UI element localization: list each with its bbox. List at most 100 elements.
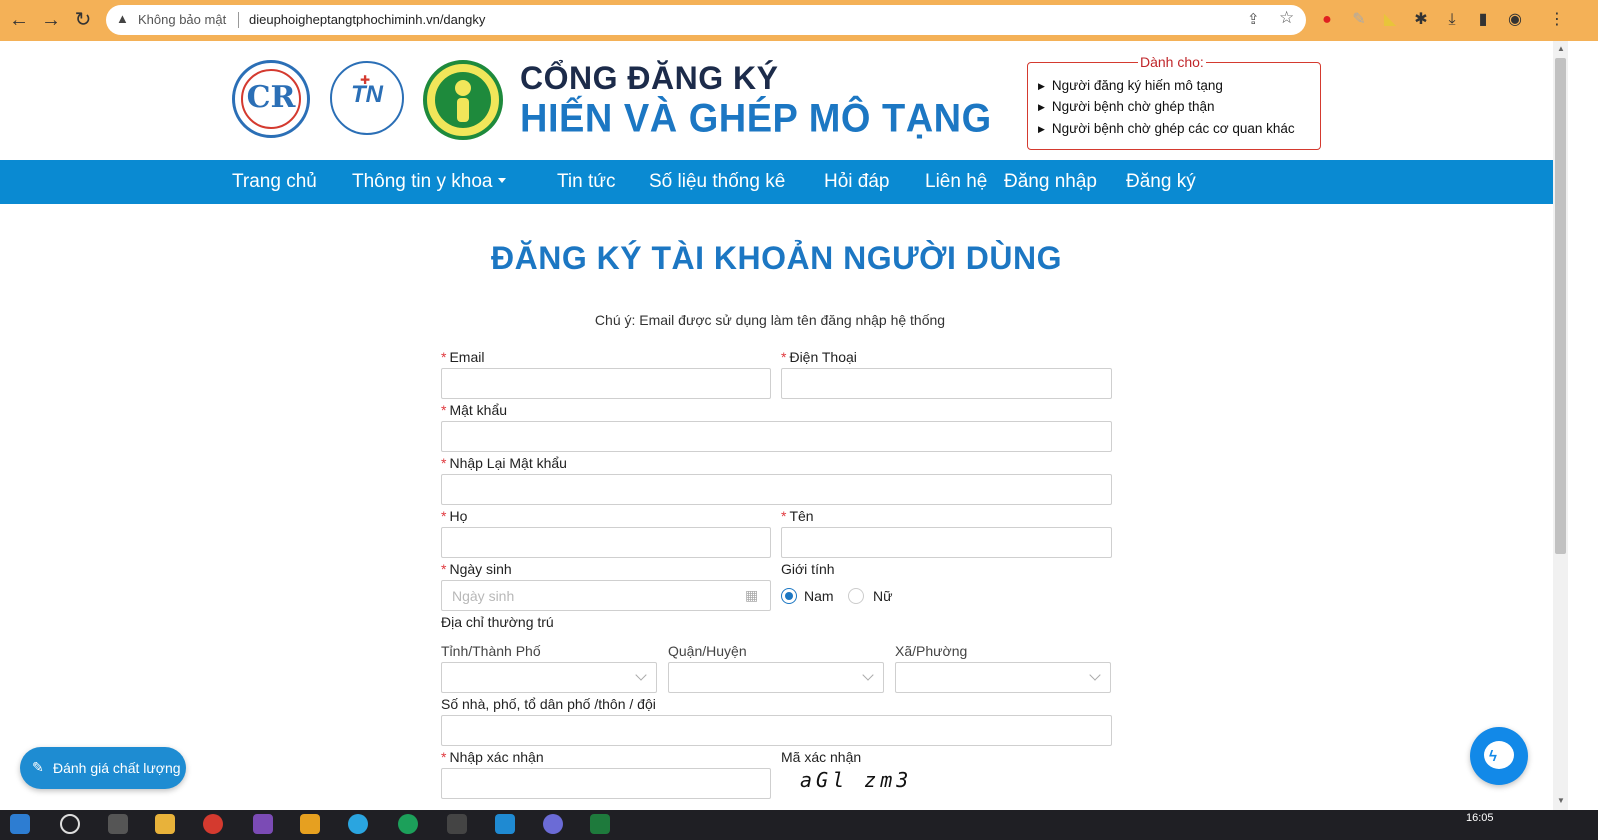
excel-icon[interactable]: [590, 814, 610, 834]
scroll-up-icon[interactable]: ▲: [1557, 44, 1565, 53]
street-label: Số nhà, phố, tổ dân phố /thôn / đội: [441, 696, 656, 712]
file-explorer-icon[interactable]: [155, 814, 175, 834]
province-select[interactable]: [441, 662, 657, 693]
app-icon[interactable]: [447, 814, 467, 834]
password-field[interactable]: [441, 421, 1112, 452]
page-title: ĐĂNG KÝ TÀI KHOẢN NGƯỜI DÙNG: [491, 240, 1062, 276]
captcha-input-label: * Nhập xác nhận: [441, 749, 544, 765]
profile-avatar-icon[interactable]: ◉: [1505, 10, 1525, 30]
audience-box-title: Dành cho:: [1138, 54, 1206, 70]
audience-item[interactable]: ▶ Người bệnh chờ ghép các cơ quan khác: [1038, 121, 1295, 136]
phone-label: * Điện Thoại: [781, 349, 857, 365]
pen-extension-icon[interactable]: ✎: [1349, 10, 1369, 30]
visual-studio-icon[interactable]: [253, 814, 273, 834]
audience-item[interactable]: ▶ Người đăng ký hiến mô tạng: [1038, 78, 1223, 93]
email-label: * Email: [441, 349, 485, 365]
app-icon[interactable]: [348, 814, 368, 834]
portal-title-line2: HIẾN VÀ GHÉP MÔ TẠNG: [520, 96, 992, 142]
chevron-down-icon: [498, 178, 507, 183]
email-field[interactable]: [441, 368, 771, 399]
rate-quality-button[interactable]: ✎ Đánh giá chất lượng: [20, 747, 186, 789]
calendar-icon[interactable]: ▦: [745, 587, 758, 604]
app-icon[interactable]: [398, 814, 418, 834]
caret-right-icon: ▶: [1038, 81, 1045, 91]
cho-ray-hospital-logo: CR: [232, 60, 310, 138]
logo-mark: CR: [246, 80, 296, 115]
puzzle-extensions-icon[interactable]: ✱: [1411, 10, 1431, 30]
last-name-label: * Họ: [441, 508, 468, 524]
search-icon[interactable]: [60, 814, 80, 834]
scrollbar-thumb[interactable]: [1555, 58, 1566, 554]
nav-contact[interactable]: Liên hệ: [925, 171, 987, 193]
share-icon[interactable]: ⇪: [1247, 10, 1260, 28]
portal-title-line1: CỔNG ĐĂNG KÝ: [520, 60, 779, 96]
nav-news[interactable]: Tin tức: [557, 171, 615, 193]
nav-home[interactable]: Trang chủ: [232, 171, 317, 193]
url-text[interactable]: dieuphoigheptangtphochiminh.vn/dangky: [249, 12, 485, 27]
download-icon[interactable]: ⤓: [1442, 10, 1462, 30]
captcha-input[interactable]: [441, 768, 771, 799]
menu-kebab-icon[interactable]: ⋮: [1547, 10, 1567, 30]
street-field[interactable]: [441, 715, 1112, 746]
first-name-field[interactable]: [781, 527, 1112, 558]
nav-register[interactable]: Đăng ký: [1126, 171, 1196, 193]
nav-login[interactable]: Đăng nhập: [1004, 171, 1097, 193]
reload-icon[interactable]: ↻: [72, 9, 94, 31]
gender-female-radio[interactable]: [848, 588, 864, 604]
dob-label: * Ngày sinh: [441, 561, 512, 577]
messenger-chat-button[interactable]: ϟ: [1470, 727, 1528, 785]
district-select[interactable]: [668, 662, 884, 693]
rate-quality-label: Đánh giá chất lượng: [53, 760, 181, 776]
gender-label: Giới tính: [781, 561, 835, 577]
lightning-icon: ϟ: [1489, 748, 1497, 765]
nhi-dong-2-hospital-logo: [423, 60, 503, 140]
bookmark-star-icon[interactable]: ☆: [1279, 8, 1294, 28]
edit-icon: ✎: [32, 759, 44, 775]
form-note: Chú ý: Email được sử dụng làm tên đăng n…: [594, 312, 946, 328]
vscode-icon[interactable]: [495, 814, 515, 834]
nav-medical-info[interactable]: Thông tin y khoa: [352, 171, 507, 193]
taskbar-clock[interactable]: 16:05: [1466, 812, 1494, 824]
security-label[interactable]: Không bảo mật: [138, 12, 226, 27]
side-panel-icon[interactable]: ▮: [1473, 10, 1493, 30]
confirm-password-label: * Nhập Lại Mật khẩu: [441, 455, 567, 471]
captcha-image: aGl zm3: [800, 768, 913, 792]
opera-extension-icon[interactable]: ●: [1317, 10, 1337, 30]
warning-icon: ▲: [116, 11, 129, 26]
gender-male-label[interactable]: Nam: [804, 588, 834, 604]
nav-statistics[interactable]: Số liệu thống kê: [649, 171, 785, 193]
windows-start-icon[interactable]: [10, 814, 30, 834]
phone-field[interactable]: [781, 368, 1112, 399]
confirm-password-field[interactable]: [441, 474, 1112, 505]
last-name-field[interactable]: [441, 527, 771, 558]
note-extension-icon[interactable]: ◣: [1380, 10, 1400, 30]
thong-nhat-hospital-logo: ✚ TN: [330, 61, 404, 135]
address-label: Địa chỉ thường trú: [441, 614, 554, 630]
divider: [238, 12, 239, 28]
gender-male-radio[interactable]: [781, 588, 797, 604]
forward-icon[interactable]: →: [40, 9, 62, 31]
dob-field[interactable]: [441, 580, 771, 611]
browser-toolbar: ← → ↻ ▲ Không bảo mật dieuphoigheptangtp…: [0, 0, 1598, 41]
district-label: Quận/Huyện: [668, 643, 747, 659]
first-name-label: * Tên: [781, 508, 814, 524]
address-bar[interactable]: ▲ Không bảo mật dieuphoigheptangtphochim…: [106, 5, 1306, 35]
caret-right-icon: ▶: [1038, 102, 1045, 112]
app-icon[interactable]: [543, 814, 563, 834]
province-label: Tỉnh/Thành Phố: [441, 643, 541, 659]
caret-right-icon: ▶: [1038, 124, 1045, 134]
ward-select[interactable]: [895, 662, 1111, 693]
os-taskbar: [0, 810, 1598, 840]
nav-faq[interactable]: Hỏi đáp: [824, 171, 890, 193]
task-view-icon[interactable]: [108, 814, 128, 834]
logo-mark: TN: [351, 81, 383, 108]
ward-label: Xã/Phường: [895, 643, 968, 659]
captcha-label: Mã xác nhận: [781, 749, 862, 765]
password-label: * Mật khẩu: [441, 402, 508, 418]
chrome-icon[interactable]: [203, 814, 223, 834]
audience-item[interactable]: ▶ Người bệnh chờ ghép thận: [1038, 99, 1215, 114]
gender-female-label[interactable]: Nữ: [873, 588, 892, 604]
scroll-down-icon[interactable]: ▼: [1557, 796, 1565, 805]
back-icon[interactable]: ←: [8, 9, 30, 31]
app-icon[interactable]: [300, 814, 320, 834]
